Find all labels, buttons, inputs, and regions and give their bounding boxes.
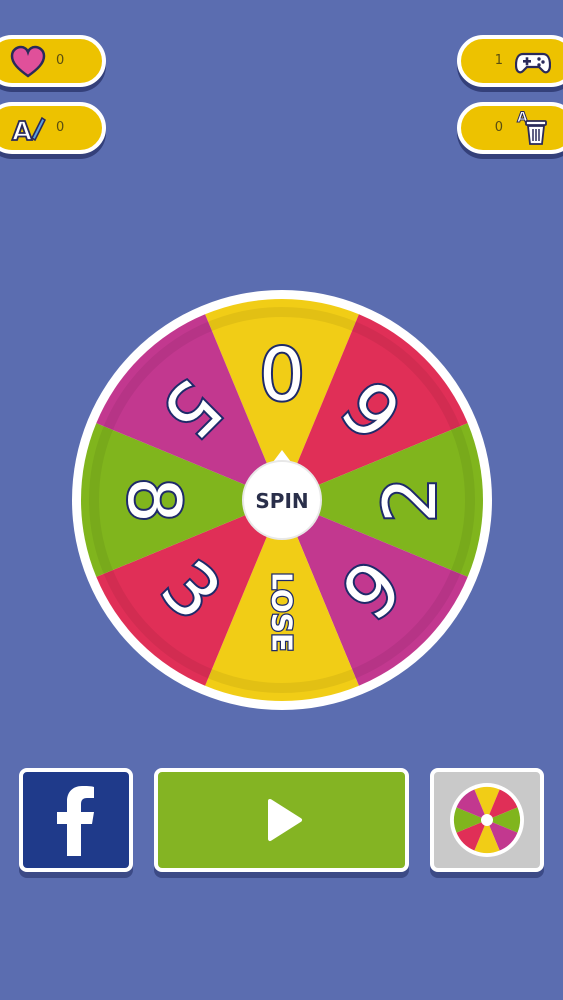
trash-letter-icon: A bbox=[517, 110, 547, 145]
facebook-button[interactable] bbox=[19, 768, 133, 872]
likes-count: 0 bbox=[56, 53, 65, 68]
wheel-menu-button[interactable] bbox=[430, 768, 544, 872]
wheel-graphic: 0 629LOSE385 SPIN bbox=[72, 290, 492, 710]
wheel-segment-label: 8 bbox=[112, 477, 196, 523]
wheel-icon bbox=[450, 783, 524, 857]
svg-text:A: A bbox=[12, 117, 32, 146]
play-button[interactable] bbox=[154, 768, 409, 872]
wheel-segment-label: LOSE bbox=[266, 572, 299, 652]
spin-label: SPIN bbox=[255, 489, 308, 513]
words-counter[interactable]: A 0 bbox=[0, 102, 106, 154]
games-counter[interactable]: 1 bbox=[457, 35, 563, 87]
gamepad-icon bbox=[515, 52, 551, 74]
wheel-segment-label: 2 bbox=[368, 477, 452, 523]
play-icon bbox=[268, 799, 302, 841]
deleted-count: 0 bbox=[494, 120, 503, 135]
words-count: 0 bbox=[56, 120, 65, 135]
letter-pen-icon: A bbox=[11, 116, 46, 146]
likes-counter[interactable]: 0 bbox=[0, 35, 106, 87]
heart-icon bbox=[10, 45, 46, 78]
facebook-icon bbox=[57, 786, 94, 856]
games-count: 1 bbox=[494, 53, 503, 68]
wheel-segment-label: 0 bbox=[259, 330, 305, 414]
spin-wheel[interactable]: 0 6 2 9 LOSE 3 8 5 SPIN bbox=[72, 290, 492, 710]
deleted-counter[interactable]: 0 A bbox=[457, 102, 563, 154]
